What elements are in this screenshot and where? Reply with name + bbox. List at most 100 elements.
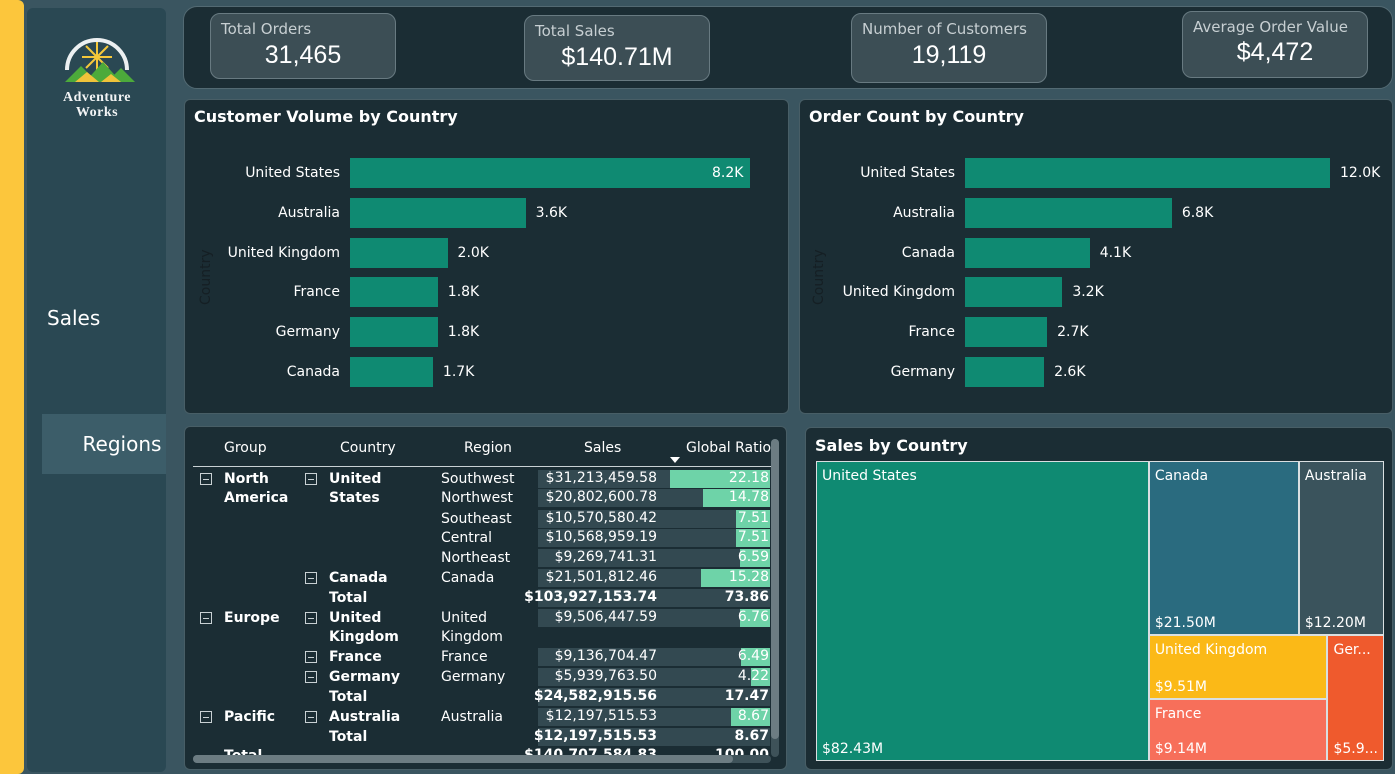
tile-value: $12.20M: [1304, 614, 1366, 631]
country-cell: Australia: [329, 709, 401, 725]
treemap-tile[interactable]: Canada $21.50M: [1148, 461, 1299, 635]
sales-cell: $12,197,515.53: [533, 728, 657, 744]
column-header-sales[interactable]: Sales: [584, 440, 621, 456]
sales-cell: $5,939,763.50: [554, 668, 657, 684]
region-cell: France: [441, 649, 488, 665]
collapse-icon[interactable]: [305, 651, 317, 663]
column-header-group[interactable]: Group: [224, 440, 267, 456]
bar[interactable]: [350, 197, 526, 228]
group-cell: North America: [224, 471, 289, 506]
bar[interactable]: [965, 158, 1330, 188]
region-cell: Southeast: [441, 511, 512, 527]
kpi-total-sales: Total Sales $140.71M: [524, 15, 710, 81]
bar-data-label: 2.7K: [1057, 324, 1089, 341]
treemap-tile[interactable]: United Kingdom $9.51M: [1148, 634, 1328, 700]
global-ratio-cell: 7.51: [737, 510, 769, 526]
tile-label: Australia: [1304, 468, 1367, 484]
sales-cell: $10,570,580.42: [545, 510, 657, 526]
collapse-icon[interactable]: [305, 612, 317, 624]
region-cell: Australia: [441, 709, 503, 725]
nav-item-regions[interactable]: Regions: [42, 414, 166, 474]
region-cell: United Kingdom: [441, 610, 503, 645]
sales-cell: $12,197,515.53: [545, 708, 657, 724]
treemap-tile[interactable]: United States $82.43M: [816, 461, 1149, 761]
chart-title: Sales by Country: [815, 436, 968, 455]
collapse-icon[interactable]: [200, 711, 212, 723]
bar-data-label: 3.6K: [535, 204, 568, 221]
column-header-region[interactable]: Region: [464, 440, 512, 456]
bar-data-label: 2.0K: [457, 244, 489, 261]
collapse-icon[interactable]: [200, 612, 212, 624]
country-cell: Canada: [329, 570, 388, 586]
sales-cell: $20,802,600.78: [545, 489, 657, 505]
sales-cell: $103,927,153.74: [524, 589, 657, 605]
bar[interactable]: [965, 197, 1172, 228]
country-cell: Total: [329, 729, 368, 745]
bar-data-label: 12.0K: [1340, 165, 1381, 181]
global-ratio-cell: 8.67: [734, 728, 769, 744]
vertical-scrollbar-thumb[interactable]: [771, 439, 779, 739]
accent-bar: [0, 0, 24, 774]
global-ratio-cell: 73.86: [724, 589, 769, 605]
collapse-icon[interactable]: [305, 572, 317, 584]
horizontal-scrollbar-thumb[interactable]: [193, 755, 733, 763]
bar-data-label: 6.8K: [1181, 204, 1214, 221]
bar-category-label: Germany: [890, 364, 955, 380]
column-header-global-ratio[interactable]: Global Ratio: [686, 440, 771, 456]
treemap-tile[interactable]: France $9.14M: [1148, 699, 1328, 761]
tile-label: France: [1154, 706, 1202, 723]
sidebar: Adventure Works Sales: [27, 8, 166, 772]
sales-cell: $24,582,915.56: [533, 688, 657, 704]
bar[interactable]: [350, 317, 438, 348]
bar[interactable]: [350, 277, 438, 308]
bar[interactable]: [350, 357, 433, 387]
country-cell: United Kingdom: [329, 610, 399, 645]
sales-matrix-table[interactable]: Group Country Region Sales Global Ratio …: [184, 426, 787, 770]
y-axis-title: Country: [811, 249, 827, 305]
bar[interactable]: [350, 158, 750, 188]
bar[interactable]: [965, 237, 1090, 268]
global-ratio-cell: 6.59: [737, 549, 769, 565]
global-ratio-cell: 6.49: [737, 648, 769, 664]
bar[interactable]: [965, 277, 1063, 308]
sort-descending-icon[interactable]: [670, 457, 680, 463]
nav-item-sales[interactable]: Sales: [47, 306, 100, 330]
bar-data-label: 4.1K: [1099, 244, 1132, 261]
header-divider: [193, 466, 773, 467]
collapse-icon[interactable]: [200, 473, 212, 485]
tile-value: $5.9...: [1333, 740, 1378, 757]
bar-data-label: 1.8K: [447, 324, 480, 341]
bar-category-label: Germany: [275, 324, 340, 341]
region-cell: Northeast: [441, 550, 511, 566]
y-axis-title: Country: [198, 249, 214, 305]
global-ratio-cell: 14.78: [728, 489, 769, 505]
bar-data-label: 1.8K: [447, 284, 480, 301]
column-header-country[interactable]: Country: [340, 440, 396, 456]
collapse-icon[interactable]: [305, 473, 317, 485]
collapse-icon[interactable]: [305, 671, 317, 683]
global-ratio-cell: 8.67: [737, 708, 769, 724]
tile-label: Canada: [1154, 468, 1209, 484]
chart-title: Customer Volume by Country: [194, 107, 458, 126]
bar[interactable]: [350, 237, 448, 268]
country-cell: Total: [329, 590, 368, 606]
sales-cell: $21,501,812.46: [545, 569, 657, 585]
sales-cell: $9,269,741.31: [554, 549, 657, 565]
bar[interactable]: [965, 357, 1045, 387]
tile-value: $82.43M: [822, 741, 884, 757]
treemap-tile[interactable]: Australia $12.20M: [1298, 461, 1384, 635]
tile-label: Ger...: [1333, 641, 1371, 658]
bar[interactable]: [965, 317, 1048, 348]
collapse-icon[interactable]: [305, 711, 317, 723]
bar-category-label: France: [293, 284, 340, 301]
country-cell: Total: [329, 689, 368, 705]
bar-data-label: 3.2K: [1072, 284, 1104, 301]
tile-value: $9.51M: [1154, 679, 1207, 696]
region-cell: Northwest: [441, 490, 514, 506]
group-cell: Europe: [224, 610, 280, 626]
bar-category-label: Canada: [286, 364, 340, 380]
treemap-tile[interactable]: Ger... $5.9...: [1327, 634, 1384, 761]
sales-by-country-treemap: Sales by Country United States $82.43M Can…: [805, 427, 1393, 770]
global-ratio-cell: 6.76: [737, 609, 769, 625]
bar-data-label: 8.2K: [712, 165, 744, 181]
